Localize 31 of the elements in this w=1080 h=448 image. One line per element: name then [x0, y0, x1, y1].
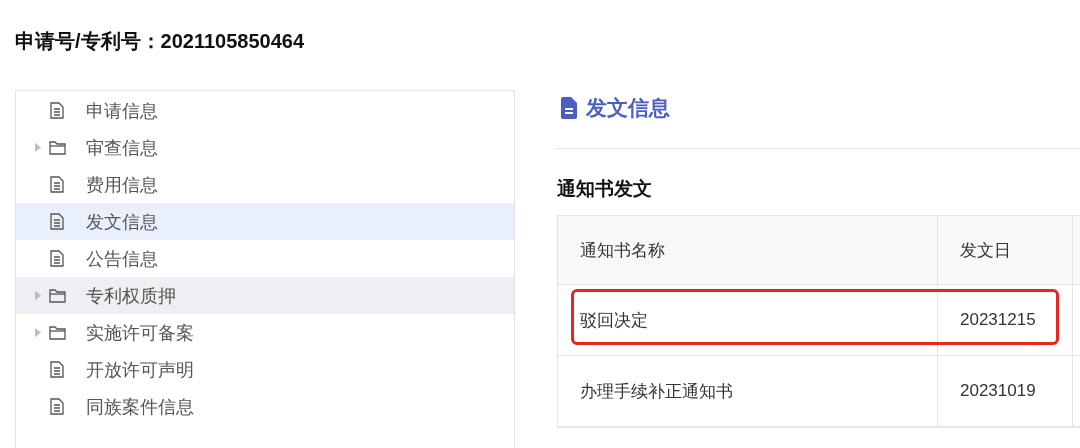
table-cell: 20231019 — [938, 356, 1073, 426]
table-cell: 办理手续补正通知书 — [558, 356, 938, 426]
tree-item[interactable]: 开放许可声明 — [16, 351, 514, 388]
caret-icon[interactable] — [35, 328, 41, 337]
tree-item[interactable]: 申请信息 — [16, 92, 514, 129]
tree-item[interactable]: 同族案件信息 — [16, 388, 514, 425]
tree-item[interactable]: 实施许可备案 — [16, 314, 514, 351]
caret-icon[interactable] — [35, 291, 41, 300]
table-cell: 驳回决定 — [558, 285, 938, 355]
table-cell: 20231215 — [938, 285, 1073, 355]
column-header: 发文日 — [938, 216, 1073, 284]
tree-item[interactable]: 专利权质押 — [16, 277, 514, 314]
column-header: 通知书名称 — [558, 216, 938, 284]
tree-item[interactable]: 审查信息 — [16, 129, 514, 166]
document-icon — [50, 250, 64, 267]
page-title: 申请号/专利号：2021105850464 — [14, 29, 306, 54]
tree-item[interactable]: 费用信息 — [16, 166, 514, 203]
section-subtitle: 通知书发文 — [557, 177, 653, 200]
document-icon — [50, 213, 64, 230]
document-icon — [560, 97, 578, 119]
tree-item[interactable]: 发文信息 — [16, 203, 514, 240]
document-icon — [50, 398, 64, 415]
document-icon — [50, 361, 64, 378]
tree-item[interactable]: 公告信息 — [16, 240, 514, 277]
section-title: 发文信息 — [586, 95, 670, 121]
document-icon — [50, 176, 64, 193]
folder-icon — [48, 140, 66, 155]
document-icon — [50, 102, 64, 119]
folder-icon — [48, 325, 66, 340]
caret-icon[interactable] — [35, 143, 41, 152]
folder-icon — [48, 288, 66, 303]
